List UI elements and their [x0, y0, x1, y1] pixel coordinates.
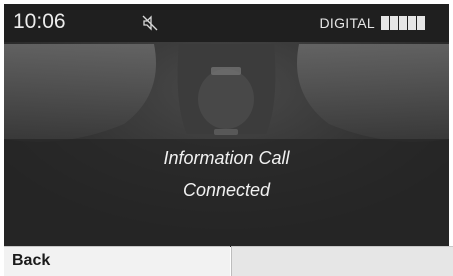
clock: 10:06 [13, 10, 66, 33]
speaker-muted-icon [142, 15, 158, 31]
signal-bar [390, 16, 398, 30]
back-button-label: Back [12, 252, 51, 269]
call-status-text: Connected [182, 180, 271, 200]
signal-bar [408, 16, 416, 30]
signal-label: DIGITAL [319, 15, 375, 31]
status-bar: 10:06 DIGITAL [4, 4, 449, 42]
empty-softkey[interactable] [231, 246, 453, 276]
signal-indicator: DIGITAL [319, 15, 425, 31]
signal-bar [417, 16, 425, 30]
signal-bar [399, 16, 407, 30]
signal-bar [381, 16, 389, 30]
call-type-text: Information Call [163, 148, 290, 168]
signal-strength-bars [381, 16, 425, 30]
display-screen: 10:06 DIGITAL Information Call Connected [4, 4, 449, 247]
softkey-bar: Back [4, 246, 453, 276]
back-button[interactable]: Back [4, 246, 230, 276]
